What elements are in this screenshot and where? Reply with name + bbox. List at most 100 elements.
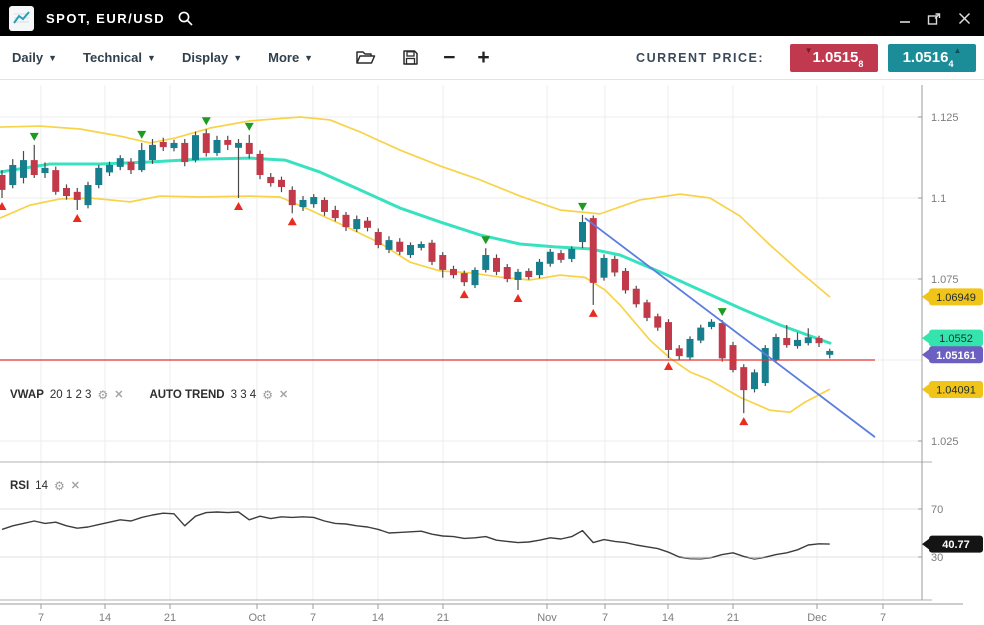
title-bar: SPOT, EUR/USD [0,0,984,36]
svg-text:Dec: Dec [807,612,827,624]
svg-text:14: 14 [99,612,111,624]
rsi-oversold-fill [2,462,830,559]
popout-button[interactable] [926,10,943,27]
vwap-indicator-name: VWAP [10,389,44,401]
timeframe-dropdown-label: Daily [12,50,43,65]
buy-signal-icon [73,214,82,222]
svg-text:21: 21 [437,612,449,624]
chevron-down-icon: ▼ [304,53,313,63]
minimize-button[interactable] [898,11,912,25]
svg-text:1.05161: 1.05161 [936,350,976,362]
svg-text:7: 7 [602,612,608,624]
svg-text:70: 70 [931,504,943,516]
vwap-indicator-params: 20 1 2 3 [50,389,92,401]
ask-price-fraction: 4 [948,59,953,69]
svg-text:21: 21 [727,612,739,624]
sell-signal-icon [481,236,490,244]
close-icon[interactable]: ✕ [114,390,123,401]
rsi-indicator-name: RSI [10,480,29,492]
display-dropdown[interactable]: Display ▼ [182,50,242,65]
auto-trend-indicator-params: 3 3 4 [231,389,257,401]
svg-text:Oct: Oct [248,612,265,624]
buy-signal-icon [234,202,243,210]
sell-signal-icon [578,203,587,211]
svg-text:Nov: Nov [537,612,557,624]
timeframe-dropdown[interactable]: Daily ▼ [12,50,57,65]
sell-signal-icon [245,123,254,131]
chart-logo-icon [9,6,34,31]
zoom-in-button[interactable]: + [477,47,489,68]
open-folder-icon[interactable] [355,49,376,66]
svg-text:7: 7 [310,612,316,624]
bid-price-badge: ▼ 1.0515 8 [790,44,878,72]
chevron-down-icon: ▼ [48,53,57,63]
gear-icon[interactable]: ⚙ [54,480,65,492]
gear-icon[interactable]: ⚙ [97,389,108,401]
svg-text:7: 7 [880,612,886,624]
svg-text:21: 21 [164,612,176,624]
technical-dropdown-label: Technical [83,50,142,65]
sell-signal-icon [30,133,39,141]
close-button[interactable] [957,11,972,26]
ask-price-value: 1.0516 [903,49,949,66]
buy-signal-icon [589,309,598,317]
chart-window: 7 14 21 Oct 7 14 21 Nov 7 14 21 Dec 7 1.125 1.1 1.075 1.… [0,0,984,625]
svg-text:1.075: 1.075 [931,274,959,286]
save-icon[interactable] [402,49,419,66]
svg-text:7: 7 [38,612,44,624]
rsi-line [2,512,830,559]
more-dropdown-label: More [268,50,299,65]
auto-trend-line[interactable] [585,218,875,437]
ask-price-badge: 1.0516 4 ▲ [888,44,976,72]
bollinger-lower-band [0,196,830,412]
close-icon[interactable]: ✕ [279,390,288,401]
svg-text:30: 30 [931,552,943,564]
price-axis-badge: 1.04091 [922,381,983,398]
auto-trend-indicator-name: AUTO TREND [149,389,224,401]
svg-text:14: 14 [662,612,674,624]
window-title: SPOT, EUR/USD [46,11,165,26]
sell-signal-icon [718,308,727,316]
svg-text:14: 14 [372,612,384,624]
svg-text:1.1: 1.1 [931,193,946,205]
zoom-out-button[interactable]: − [443,47,455,68]
vwap-line [0,158,830,343]
buy-signal-icon [460,290,469,298]
arrow-up-icon: ▲ [953,47,961,55]
bollinger-upper-band [0,117,830,297]
chevron-down-icon: ▼ [147,53,156,63]
sell-signal-icon [202,117,211,125]
buy-signal-icon [664,362,673,370]
technical-dropdown[interactable]: Technical ▼ [83,50,156,65]
sell-signal-icon [137,131,146,139]
toolbar: Daily ▼ Technical ▼ Display ▼ More ▼ [0,36,984,80]
svg-text:1.04091: 1.04091 [936,384,976,396]
rsi-indicator-legend: RSI 14 ⚙ ✕ [10,480,80,492]
arrow-down-icon: ▼ [805,47,813,55]
search-icon[interactable] [177,10,194,27]
buy-signal-icon [514,294,523,302]
price-axis-badge: 40.77 [922,536,983,553]
close-icon[interactable]: ✕ [71,481,80,492]
rsi-panel [2,512,830,559]
candles-layer [0,129,833,413]
bid-price-fraction: 8 [858,59,863,69]
chevron-down-icon: ▼ [233,53,242,63]
svg-text:1.025: 1.025 [931,436,959,448]
svg-text:40.77: 40.77 [942,539,970,551]
price-axis-badge: 1.0552 [922,330,983,347]
buy-signal-icon [739,417,748,425]
current-price-label: CURRENT PRICE: [636,51,764,65]
buy-signal-icon [0,202,7,210]
price-axis-badge: 1.06949 [922,288,983,305]
svg-text:1.0552: 1.0552 [939,333,973,345]
price-chart-canvas[interactable]: 7 14 21 Oct 7 14 21 Nov 7 14 21 Dec 7 1.125 1.1 1.075 1.… [0,0,984,625]
more-dropdown[interactable]: More ▼ [268,50,313,65]
window-controls [898,10,972,27]
svg-text:1.125: 1.125 [931,112,959,124]
display-dropdown-label: Display [182,50,228,65]
gear-icon[interactable]: ⚙ [262,389,273,401]
rsi-indicator-params: 14 [35,480,48,492]
price-axis-badge: 1.05161 [922,346,983,363]
svg-text:1.06949: 1.06949 [936,292,976,304]
